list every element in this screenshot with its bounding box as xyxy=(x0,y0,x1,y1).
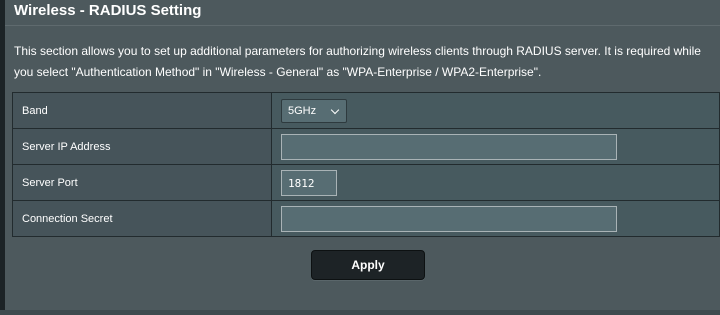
radius-settings-table: Band 5GHz Server IP Address Server Port … xyxy=(12,92,720,237)
server-port-label: Server Port xyxy=(12,164,272,201)
connection-secret-input[interactable] xyxy=(281,206,617,232)
apply-button[interactable]: Apply xyxy=(311,250,425,280)
server-ip-row: Server IP Address xyxy=(12,128,720,165)
band-select-value: 5GHz xyxy=(288,105,317,117)
description-line-1: This section allows you to set up additi… xyxy=(14,44,701,58)
server-port-input[interactable] xyxy=(281,170,337,196)
section-description: This section allows you to set up additi… xyxy=(14,41,720,83)
server-ip-input[interactable] xyxy=(281,134,617,160)
band-label: Band xyxy=(12,92,272,129)
server-ip-label: Server IP Address xyxy=(12,128,272,165)
connection-secret-row: Connection Secret xyxy=(12,200,720,237)
band-select[interactable]: 5GHz xyxy=(281,99,347,123)
connection-secret-label: Connection Secret xyxy=(12,200,272,237)
bottom-border xyxy=(0,310,720,315)
description-line-2: you select "Authentication Method" in "W… xyxy=(14,65,542,79)
chevron-down-icon xyxy=(330,105,340,115)
page-title: Wireless - RADIUS Setting xyxy=(14,2,202,19)
server-port-row: Server Port xyxy=(12,164,720,201)
left-border xyxy=(0,0,5,315)
band-row: Band 5GHz xyxy=(12,92,720,129)
title-divider xyxy=(5,25,720,26)
